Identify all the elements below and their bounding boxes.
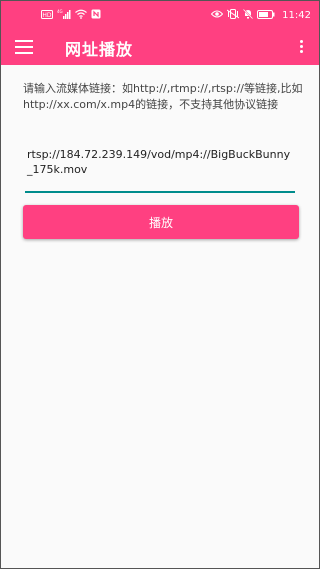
app-toolbar: 网址播放 (1, 29, 319, 65)
eye-comfort-icon (210, 10, 224, 21)
signal-label: 4G (57, 9, 63, 14)
hd-icon: HD (41, 9, 53, 22)
mute-icon (243, 8, 254, 22)
signal-4g-icon: 4G (57, 9, 71, 22)
battery-icon (257, 9, 275, 22)
status-bar-left: HD 4G (41, 9, 101, 22)
url-input[interactable]: rtsp://184.72.239.149/vod/mp4://BigBuckB… (25, 147, 295, 193)
play-button[interactable]: 播放 (23, 205, 299, 239)
hd-label: HD (42, 12, 52, 19)
wifi-icon (75, 9, 87, 22)
page-title: 网址播放 (65, 40, 134, 59)
nfc-icon (91, 9, 101, 22)
vibrate-icon (226, 9, 240, 22)
app-frame: HD 4G 11:42 网址播放 请输入流媒体链接：如http://,rtmp:… (0, 0, 320, 569)
more-vertical-icon[interactable] (299, 39, 305, 55)
status-bar-right: 11:42 (210, 8, 311, 22)
status-time: 11:42 (282, 10, 311, 21)
url-hint-text: 请输入流媒体链接：如http://,rtmp://,rtsp://等链接,比如h… (23, 82, 303, 111)
hamburger-menu-icon[interactable] (15, 38, 35, 56)
status-bar: HD 4G 11:42 (1, 1, 319, 29)
